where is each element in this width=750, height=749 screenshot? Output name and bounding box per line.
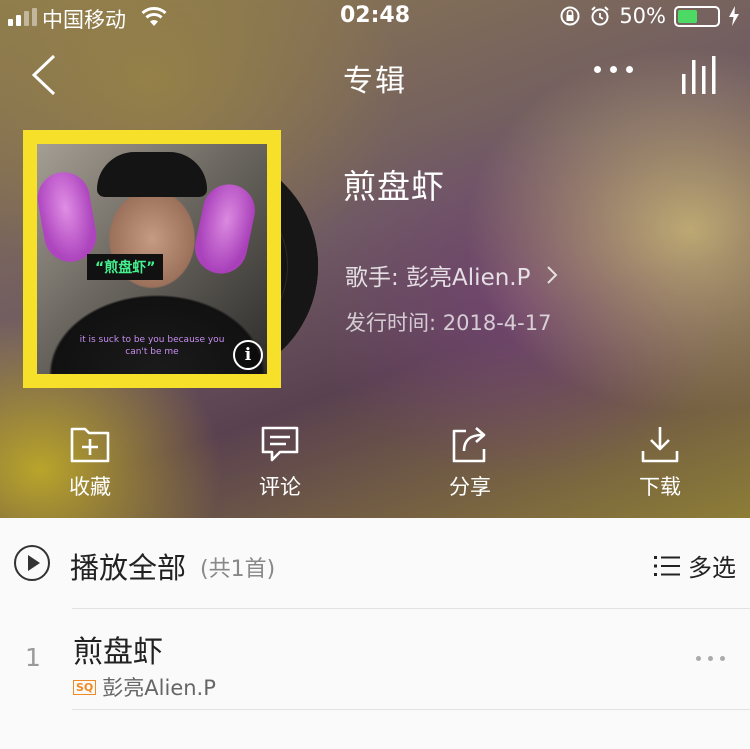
- track-row[interactable]: 1 煎盘虾 SQ 彭亮Alien.P: [0, 609, 750, 709]
- action-bar: 收藏 评论 分享 下载: [0, 425, 750, 515]
- multi-select-button[interactable]: 多选: [654, 548, 736, 583]
- track-count: (共1首): [200, 557, 276, 582]
- battery-percent: 50%: [619, 4, 666, 28]
- play-all-label[interactable]: 播放全部: [70, 545, 186, 587]
- share-button[interactable]: 分享: [410, 425, 530, 501]
- comment-button[interactable]: 评论: [220, 425, 340, 501]
- chevron-right-icon: [547, 266, 558, 284]
- charging-icon: [729, 6, 739, 26]
- share-icon: [452, 427, 486, 463]
- nav-bar: 专辑: [0, 40, 750, 110]
- page-title: 专辑: [343, 64, 407, 99]
- track-more-icon[interactable]: [696, 656, 725, 661]
- track-meta: SQ 彭亮Alien.P: [73, 672, 216, 702]
- track-artist: 彭亮Alien.P: [102, 676, 216, 700]
- download-button[interactable]: 下载: [600, 425, 720, 501]
- add-folder-icon: [70, 427, 110, 463]
- comment-icon: [261, 426, 299, 462]
- alarm-icon: [591, 6, 610, 26]
- collect-button[interactable]: 收藏: [30, 425, 150, 501]
- play-icon[interactable]: [14, 545, 50, 581]
- album-cover[interactable]: “煎盘虾” it is suck to be you because you c…: [23, 130, 281, 388]
- release-date: 发行时间: 2018-4-17: [345, 311, 552, 335]
- song-list: 播放全部 (共1首) 多选 1 煎盘虾 SQ 彭亮Alien.P: [0, 518, 750, 749]
- album-title: 煎盘虾: [343, 167, 445, 206]
- play-all-row[interactable]: 播放全部 (共1首) 多选: [0, 518, 750, 608]
- info-icon[interactable]: i: [233, 340, 263, 370]
- status-bar: 中国移动 02:48 50%: [0, 0, 750, 34]
- artist-label: 歌手: 彭亮Alien.P: [345, 265, 531, 291]
- artist-link[interactable]: 歌手: 彭亮Alien.P: [345, 258, 558, 292]
- quality-badge: SQ: [73, 679, 97, 695]
- divider: [72, 709, 750, 710]
- more-options-icon[interactable]: [594, 66, 633, 73]
- download-icon: [641, 427, 679, 463]
- album-header: 中国移动 02:48 50% 专辑 “煎盘虾” it is suck to be…: [0, 0, 750, 518]
- cover-caption: “煎盘虾”: [87, 254, 164, 280]
- track-title: 煎盘虾: [73, 635, 163, 670]
- now-playing-icon[interactable]: [680, 52, 724, 96]
- list-icon: [654, 555, 680, 576]
- track-number: 1: [25, 643, 41, 672]
- battery-icon: [674, 5, 720, 27]
- rotation-lock-icon: [560, 6, 580, 26]
